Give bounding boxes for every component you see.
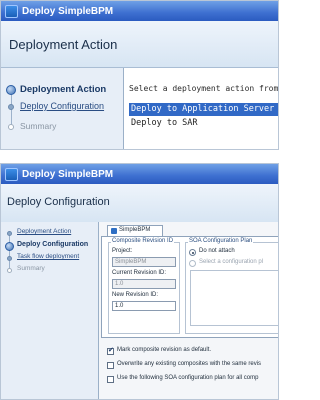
radio-dot	[191, 251, 194, 254]
radio-select-plan-label: Select a configuration pl	[199, 259, 264, 265]
overwrite-label: Overwrite any existing composites with t…	[117, 361, 262, 367]
project-field: SimpleBPM	[112, 257, 176, 267]
step-connector	[9, 234, 10, 272]
steps-pane: Deployment Action Deploy Configuration T…	[1, 222, 99, 399]
current-revision-field: 1.0	[112, 279, 176, 289]
main-panel: SimpleBPM Composite Revision ID Project:…	[99, 222, 278, 399]
step-summary: Summary	[20, 121, 57, 131]
new-revision-field[interactable]: 1.0	[112, 301, 176, 311]
step-summary: Summary	[17, 265, 45, 272]
title-bar: Deploy SimpleBPM	[1, 164, 278, 184]
deploy-wizard-window-1: Deploy SimpleBPM Deployment Action Deplo…	[0, 0, 279, 150]
page-title: Deployment Action	[9, 37, 118, 52]
revision-group-title: Composite Revision ID	[111, 238, 175, 244]
step-dot-icon	[7, 231, 12, 236]
page-title: Deploy Configuration	[7, 196, 110, 208]
step-current-icon	[6, 85, 16, 95]
use-soa-plan-label: Use the following SOA configuration plan…	[117, 375, 259, 381]
step-deployment-action[interactable]: Deployment Action	[17, 228, 71, 235]
app-icon	[5, 167, 18, 181]
main-panel: Select a deployment action from the list…	[124, 68, 279, 149]
tab-content: Composite Revision ID Project: SimpleBPM…	[101, 236, 278, 338]
step-dot-icon	[7, 268, 12, 273]
window-title: Deploy SimpleBPM	[22, 168, 114, 180]
use-soa-plan-checkbox[interactable]	[107, 376, 114, 383]
step-deployment-action[interactable]: Deployment Action	[20, 84, 106, 95]
action-item-app-server[interactable]: Deploy to Application Server	[129, 103, 278, 116]
page-header: Deploy Configuration	[1, 184, 278, 223]
step-task-flow-deployment[interactable]: Task flow deployment	[17, 253, 79, 260]
project-label: Project:	[112, 248, 133, 254]
current-revision-label: Current Revision ID:	[112, 270, 167, 276]
action-item-sar[interactable]: Deploy to SAR	[129, 117, 278, 130]
radio-do-not-attach-label: Do not attach	[199, 248, 235, 254]
tab-label: SimpleBPM	[119, 227, 151, 233]
title-bar: Deploy SimpleBPM	[1, 1, 278, 21]
mark-default-checkbox[interactable]: ✔	[107, 346, 114, 355]
deploy-wizard-window-2: Deploy SimpleBPM Deploy Configuration De…	[0, 163, 279, 400]
new-revision-label: New Revision ID:	[112, 292, 159, 298]
page-header: Deployment Action	[1, 21, 278, 68]
step-deploy-configuration[interactable]: Deploy Configuration	[20, 101, 104, 111]
radio-select-plan[interactable]	[189, 260, 196, 267]
tab-simplebpm[interactable]: SimpleBPM	[107, 225, 163, 236]
step-deploy-configuration[interactable]: Deploy Configuration	[17, 241, 88, 248]
step-dot-icon	[8, 104, 14, 110]
checkmark-icon: ✔	[108, 346, 114, 354]
step-dot-icon	[7, 256, 12, 261]
soa-group-title: SOA Configuration Plan	[188, 238, 254, 244]
config-plan-list[interactable]	[190, 270, 278, 326]
app-icon	[5, 4, 18, 18]
mark-default-label: Mark composite revision as default.	[117, 347, 212, 353]
step-dot-icon	[8, 124, 14, 130]
overwrite-checkbox[interactable]	[107, 362, 114, 369]
instruction-text: Select a deployment action from the list…	[129, 84, 279, 93]
window-title: Deploy SimpleBPM	[22, 5, 114, 17]
steps-pane: Deployment Action Deploy Configuration S…	[1, 68, 124, 149]
composite-icon	[111, 228, 117, 234]
step-current-icon	[5, 242, 14, 251]
radio-do-not-attach[interactable]	[189, 249, 196, 256]
